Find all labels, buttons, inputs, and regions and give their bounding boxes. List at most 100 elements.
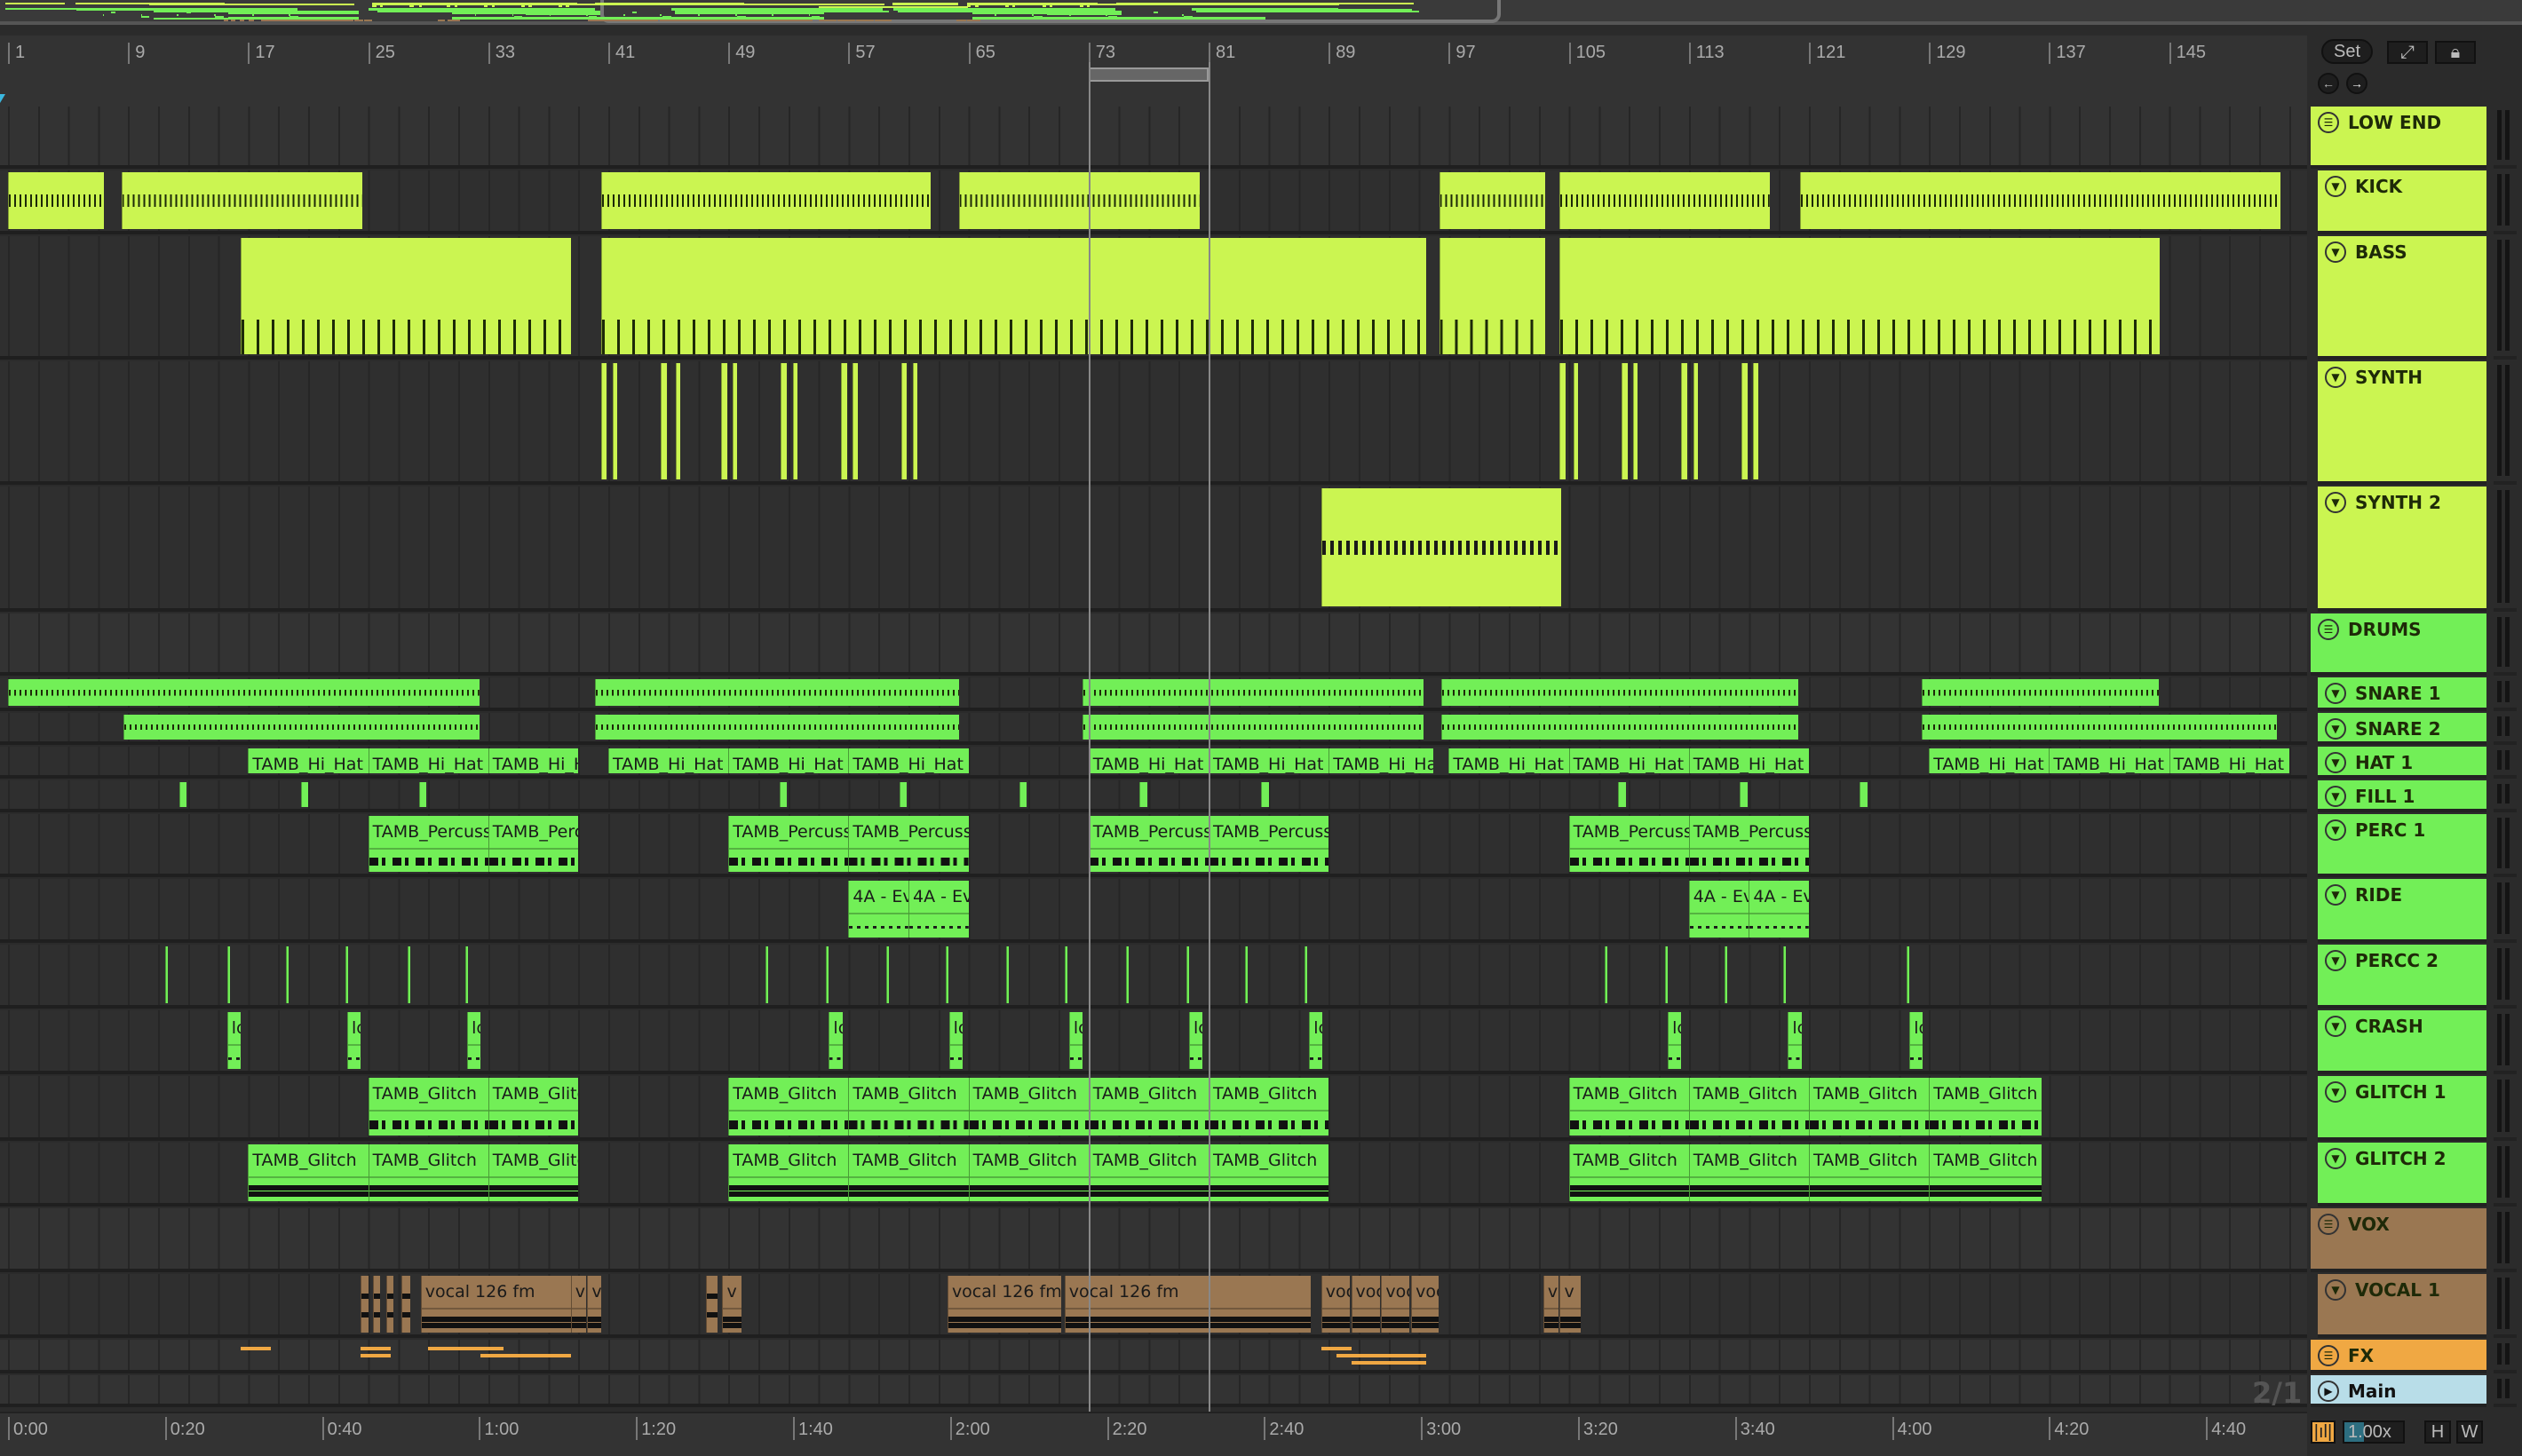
clip[interactable]	[1440, 715, 1799, 740]
clip[interactable]	[345, 946, 349, 1003]
clip[interactable]	[1559, 172, 1771, 229]
clip[interactable]	[300, 782, 308, 807]
track-lane-vocal-1[interactable]: vocal 126 fm v v v vocal 126 fm vocal 126 fm v…	[0, 1274, 2307, 1338]
clip[interactable]	[122, 172, 362, 229]
track-header-fill-1[interactable]: ▼ FILL 1	[2318, 780, 2486, 812]
clip[interactable]	[840, 363, 847, 479]
group-fold-icon[interactable]: ☰	[2318, 619, 2339, 640]
clip[interactable]	[401, 1276, 410, 1333]
clip[interactable]: TAMB_Percussion	[1568, 816, 1689, 872]
clip[interactable]	[1139, 782, 1147, 807]
track-header-crash[interactable]: ▼ CRASH	[2318, 1010, 2486, 1074]
clip[interactable]: v	[1559, 1276, 1582, 1333]
fx-clip-marker[interactable]	[361, 1347, 391, 1350]
track-lane-hat-1[interactable]: TAMB_Hi_HatTAMB_Hi_HatTAMB_Hi_HatTAMB_Hi…	[0, 747, 2307, 779]
clip[interactable]: v	[570, 1276, 586, 1333]
clip[interactable]	[1783, 946, 1787, 1003]
clip[interactable]: TAMB_Glitch	[1088, 1078, 1209, 1136]
clip[interactable]	[900, 363, 908, 479]
clip[interactable]: TAMB_Glitch	[1929, 1144, 2042, 1201]
track-lane-synth[interactable]	[0, 361, 2307, 485]
clip[interactable]	[733, 363, 738, 479]
clip[interactable]: TAMB_Hi_Hat	[848, 748, 969, 773]
clip[interactable]	[600, 363, 607, 479]
clip[interactable]	[8, 679, 480, 706]
clip[interactable]: TAMB_Glitch	[728, 1078, 849, 1136]
clip[interactable]: TAMB_Hi_Hat	[368, 748, 488, 773]
clip[interactable]	[1083, 679, 1424, 706]
clip[interactable]: TAMB_Glitch	[1088, 1144, 1209, 1201]
prev-locator-button[interactable]: ←	[2318, 73, 2339, 94]
clip[interactable]	[781, 363, 788, 479]
fold-triangle-icon[interactable]: ▼	[2325, 176, 2346, 197]
clip[interactable]	[1126, 946, 1130, 1003]
set-button[interactable]: Set	[2321, 39, 2373, 64]
clip[interactable]	[853, 363, 858, 479]
time-ruler[interactable]: 0:00 0:20 0:40 1:00 1:20 1:40 2:00 2:20 2:40 3:00…	[0, 1412, 2307, 1456]
track-header-hat-1[interactable]: ▼ HAT 1	[2318, 747, 2486, 779]
clip[interactable]	[1439, 172, 1545, 229]
track-lane-kick[interactable]	[0, 170, 2307, 234]
clip[interactable]	[1633, 363, 1638, 479]
track-header-bass[interactable]: ▼ BASS	[2318, 236, 2486, 360]
fold-triangle-icon[interactable]: ▼	[2325, 718, 2346, 740]
track-header-snare-2[interactable]: ▼ SNARE 2	[2318, 713, 2486, 745]
track-lane-ride[interactable]: 4A - Ev 4A - Ev 4A - Ev 4A - Ev	[0, 879, 2307, 943]
fold-triangle-icon[interactable]: ▼	[2325, 241, 2346, 263]
fold-triangle-icon[interactable]: ▼	[2325, 492, 2346, 513]
clip[interactable]	[419, 782, 427, 807]
track-header-synth[interactable]: ▼ SYNTH	[2318, 361, 2486, 485]
follow-button[interactable]: ⤢	[2387, 41, 2428, 64]
clip[interactable]	[1605, 946, 1608, 1003]
clip[interactable]: TAMB_Glitch	[1688, 1144, 1809, 1201]
clip[interactable]: v	[587, 1276, 601, 1333]
track-header-glitch-2[interactable]: ▼ GLITCH 2	[2318, 1143, 2486, 1207]
clip[interactable]: lo	[1068, 1012, 1083, 1069]
clip[interactable]	[1083, 715, 1424, 740]
clip[interactable]: TAMB_Hi_Hat	[1688, 748, 1809, 773]
lock-button[interactable]: 🔒︎	[2435, 41, 2476, 64]
clip[interactable]: TAMB_Glitch	[368, 1078, 488, 1136]
track-header-vox[interactable]: ☰ VOX	[2311, 1208, 2486, 1272]
fold-triangle-icon[interactable]: ▼	[2325, 884, 2346, 906]
clip[interactable]: v	[722, 1276, 742, 1333]
clip[interactable]	[1681, 363, 1688, 479]
clip[interactable]	[1753, 363, 1758, 479]
clip[interactable]	[1799, 172, 2280, 229]
clip[interactable]: lo	[829, 1012, 843, 1069]
clip[interactable]: TAMB_Glitch	[1929, 1078, 2042, 1136]
clip[interactable]: TAMB_Glitch	[248, 1144, 369, 1201]
fx-clip-marker[interactable]	[1336, 1354, 1427, 1357]
fold-triangle-icon[interactable]: ▼	[2325, 367, 2346, 388]
zoom-factor[interactable]: 1.00x	[2343, 1420, 2405, 1444]
clip[interactable]	[946, 946, 949, 1003]
clip[interactable]: TAMB_Hi_Hat	[728, 748, 849, 773]
fx-clip-marker[interactable]	[1320, 1347, 1352, 1350]
arrangement-track-area[interactable]: TAMB_Hi_HatTAMB_Hi_HatTAMB_Hi_HatTAMB_Hi…	[0, 107, 2307, 1412]
clip[interactable]: lo	[1668, 1012, 1682, 1069]
clip[interactable]	[600, 238, 1427, 354]
clip[interactable]: TAMB_Percussion	[368, 816, 488, 872]
clip[interactable]: TAMB_Glitch	[968, 1144, 1089, 1201]
clip[interactable]: voc	[1381, 1276, 1410, 1333]
clip[interactable]	[123, 715, 480, 740]
clip[interactable]: TAMB_Glitch	[1209, 1144, 1329, 1201]
track-header-kick[interactable]: ▼ KICK	[2318, 170, 2486, 234]
clip[interactable]	[1320, 488, 1562, 606]
clip[interactable]: 4A - Ev	[1749, 881, 1809, 938]
clip[interactable]	[226, 946, 230, 1003]
clip[interactable]	[240, 238, 571, 354]
track-header-perc-1[interactable]: ▼ PERC 1	[2318, 814, 2486, 877]
clip[interactable]	[826, 946, 829, 1003]
clip[interactable]: lo	[948, 1012, 963, 1069]
track-lane-vox[interactable]	[0, 1208, 2307, 1272]
fx-clip-marker[interactable]	[361, 1354, 391, 1357]
clip[interactable]: vocal 126 fm	[1064, 1276, 1311, 1333]
clip[interactable]: TAMB_Hi_Hat	[1328, 748, 1434, 773]
clip[interactable]: TAMB_Hi_Hat	[2169, 748, 2289, 773]
clip[interactable]	[1244, 946, 1248, 1003]
track-header-vocal-1[interactable]: ▼ VOCAL 1	[2318, 1274, 2486, 1338]
clip[interactable]: TAMB_Glitch	[1809, 1078, 1930, 1136]
clip[interactable]: TAMB_Glitch	[1809, 1144, 1930, 1201]
clip[interactable]	[1725, 946, 1728, 1003]
